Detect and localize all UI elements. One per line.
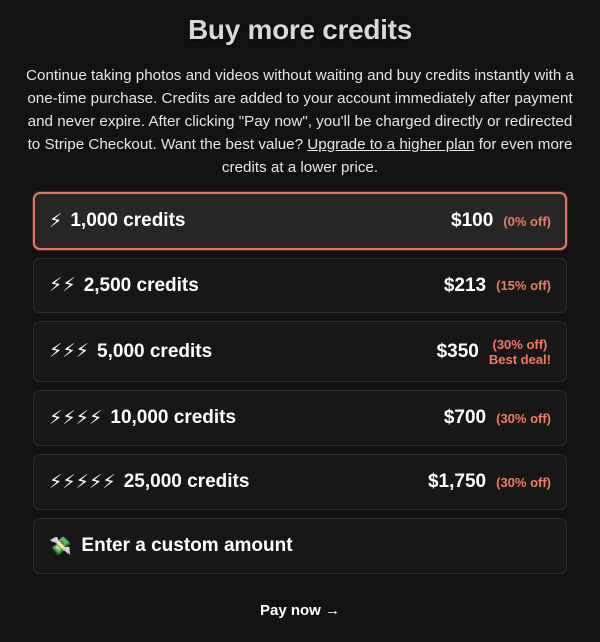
price: $213 [443,274,487,296]
custom-amount-label: Enter a custom amount [81,535,293,556]
option-5000-credits[interactable]: ⚡⚡⚡ 5,000 credits $350 (30% off) Best de… [33,321,567,382]
option-2500-credits[interactable]: ⚡⚡ 2,500 credits $213 (15% off) [33,258,567,313]
credit-options: ⚡ 1,000 credits $100 (0% off) ⚡⚡ 2,500 c… [33,192,567,574]
lightning-icon: ⚡⚡⚡⚡⚡ [49,471,116,493]
discount-badge: (30% off) [492,336,548,352]
discount-badge: (30% off) [496,474,551,490]
money-wings-icon: 💸 [49,535,72,556]
discount-badge: (30% off) [496,410,551,426]
discount-block: (30% off) Best deal! [489,337,551,367]
pay-now-button[interactable]: Pay now → [0,601,600,620]
discount-badge: (15% off) [496,278,551,293]
credits-label: 1,000 credits [70,210,186,231]
price: $700 [443,407,487,428]
buy-credits-panel: Buy more credits Continue taking photos … [0,0,600,642]
option-25000-credits[interactable]: ⚡⚡⚡⚡⚡ 25,000 credits $1,750 (30% off) [33,454,567,510]
custom-amount-option[interactable]: 💸 Enter a custom amount [33,518,567,574]
credits-label: 5,000 credits [97,340,213,362]
option-1000-credits[interactable]: ⚡ 1,000 credits $100 (0% off) [33,192,567,250]
option-10000-credits[interactable]: ⚡⚡⚡⚡ 10,000 credits $700 (30% off) [33,390,567,446]
description: Continue taking photos and videos withou… [25,64,575,179]
credits-label: 2,500 credits [83,274,199,296]
page-title: Buy more credits [188,14,412,45]
price: $1,750 [427,471,487,492]
price: $100 [451,210,494,231]
upgrade-plan-link[interactable]: Upgrade to a higher plan [307,136,474,153]
credits-label: 25,000 credits [123,471,250,492]
discount-badge: (0% off) [503,213,551,229]
best-deal-badge: Best deal! [488,351,551,367]
lightning-icon: ⚡⚡⚡⚡ [49,407,103,429]
lightning-icon: ⚡⚡ [49,275,76,296]
price: $350 [436,340,479,362]
lightning-icon: ⚡ [49,210,63,232]
lightning-icon: ⚡⚡⚡ [49,341,90,362]
credits-label: 10,000 credits [110,407,237,428]
